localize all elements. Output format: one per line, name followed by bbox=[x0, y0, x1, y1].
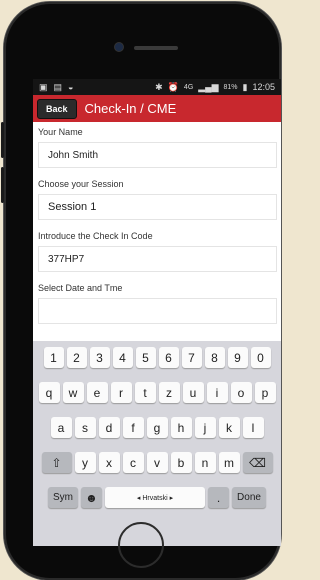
key-x[interactable]: x bbox=[98, 452, 120, 473]
app-bar: Back Check-In / CME bbox=[33, 95, 281, 122]
key-7[interactable]: 7 bbox=[181, 347, 202, 368]
done-key[interactable]: Done bbox=[232, 487, 266, 508]
volume-button bbox=[1, 167, 4, 203]
key-5[interactable]: 5 bbox=[135, 347, 156, 368]
key-6[interactable]: 6 bbox=[158, 347, 179, 368]
back-button[interactable]: Back bbox=[37, 98, 77, 119]
key-v[interactable]: v bbox=[146, 452, 168, 473]
signal-icon: ▂▄▆ bbox=[198, 81, 219, 92]
home-button[interactable] bbox=[118, 522, 164, 568]
key-j[interactable]: j bbox=[194, 417, 216, 438]
emoji-key[interactable]: ☻ bbox=[81, 487, 102, 508]
key-u[interactable]: u bbox=[182, 382, 204, 403]
checkin-form: Your Name John Smith Choose your Session… bbox=[33, 126, 281, 324]
session-select[interactable]: Session 1 bbox=[38, 194, 277, 220]
space-language-key[interactable]: ◂ Hrvatski ▸ bbox=[105, 487, 205, 508]
key-y[interactable]: y bbox=[74, 452, 96, 473]
key-w[interactable]: w bbox=[62, 382, 84, 403]
key-3[interactable]: 3 bbox=[89, 347, 110, 368]
page-title: Check-In / CME bbox=[84, 101, 177, 116]
period-key[interactable]: . bbox=[208, 487, 229, 508]
shift-key[interactable]: ⇧ bbox=[41, 452, 72, 473]
front-camera-icon bbox=[114, 42, 124, 52]
key-e[interactable]: e bbox=[86, 382, 108, 403]
keyboard: 1 2 3 4 5 6 7 8 9 0 q w e r t z u i o p … bbox=[33, 341, 281, 546]
key-r[interactable]: r bbox=[110, 382, 132, 403]
key-9[interactable]: 9 bbox=[227, 347, 248, 368]
image-icon: ▣ bbox=[39, 81, 48, 92]
key-k[interactable]: k bbox=[218, 417, 240, 438]
key-4[interactable]: 4 bbox=[112, 347, 133, 368]
key-8[interactable]: 8 bbox=[204, 347, 225, 368]
key-h[interactable]: h bbox=[170, 417, 192, 438]
android-icon: ◒ bbox=[68, 81, 74, 92]
key-g[interactable]: g bbox=[146, 417, 168, 438]
key-d[interactable]: d bbox=[98, 417, 120, 438]
session-label: Choose your Session bbox=[38, 179, 124, 189]
network-type: 4G bbox=[183, 83, 194, 91]
screen: ▣ ▤ ◒ ✱ ⏰ 4G ▂▄▆ 81% ▮ 12:05 Back Check-… bbox=[33, 79, 281, 546]
key-l[interactable]: l bbox=[242, 417, 264, 438]
volume-button bbox=[1, 122, 4, 158]
key-i[interactable]: i bbox=[206, 382, 228, 403]
key-q[interactable]: q bbox=[38, 382, 60, 403]
code-label: Introduce the Check In Code bbox=[38, 231, 153, 241]
key-1[interactable]: 1 bbox=[43, 347, 64, 368]
earpiece-speaker bbox=[134, 46, 178, 50]
check-in-code-field[interactable]: 377HP7 bbox=[38, 246, 277, 272]
backspace-key[interactable]: ⌫ bbox=[242, 452, 273, 473]
battery-icon: ▮ bbox=[242, 81, 248, 92]
key-p[interactable]: p bbox=[254, 382, 276, 403]
key-o[interactable]: o bbox=[230, 382, 252, 403]
battery-text: 81% bbox=[223, 83, 238, 91]
status-bar: ▣ ▤ ◒ ✱ ⏰ 4G ▂▄▆ 81% ▮ 12:05 bbox=[33, 79, 281, 95]
key-n[interactable]: n bbox=[194, 452, 216, 473]
key-s[interactable]: s bbox=[74, 417, 96, 438]
date-time-field[interactable] bbox=[38, 298, 277, 324]
sym-key[interactable]: Sym bbox=[48, 487, 78, 508]
key-c[interactable]: c bbox=[122, 452, 144, 473]
key-0[interactable]: 0 bbox=[250, 347, 271, 368]
key-b[interactable]: b bbox=[170, 452, 192, 473]
alarm-icon: ⏰ bbox=[167, 81, 179, 92]
name-field[interactable]: John Smith bbox=[38, 142, 277, 168]
key-2[interactable]: 2 bbox=[66, 347, 87, 368]
name-label: Your Name bbox=[38, 127, 83, 137]
bluetooth-icon: ✱ bbox=[155, 81, 163, 92]
key-a[interactable]: a bbox=[50, 417, 72, 438]
calendar-icon: ▤ bbox=[53, 81, 63, 92]
key-m[interactable]: m bbox=[218, 452, 240, 473]
key-z[interactable]: z bbox=[158, 382, 180, 403]
key-f[interactable]: f bbox=[122, 417, 144, 438]
status-time: 12:05 bbox=[252, 82, 275, 92]
date-label: Select Date and Tme bbox=[38, 283, 123, 293]
key-t[interactable]: t bbox=[134, 382, 156, 403]
